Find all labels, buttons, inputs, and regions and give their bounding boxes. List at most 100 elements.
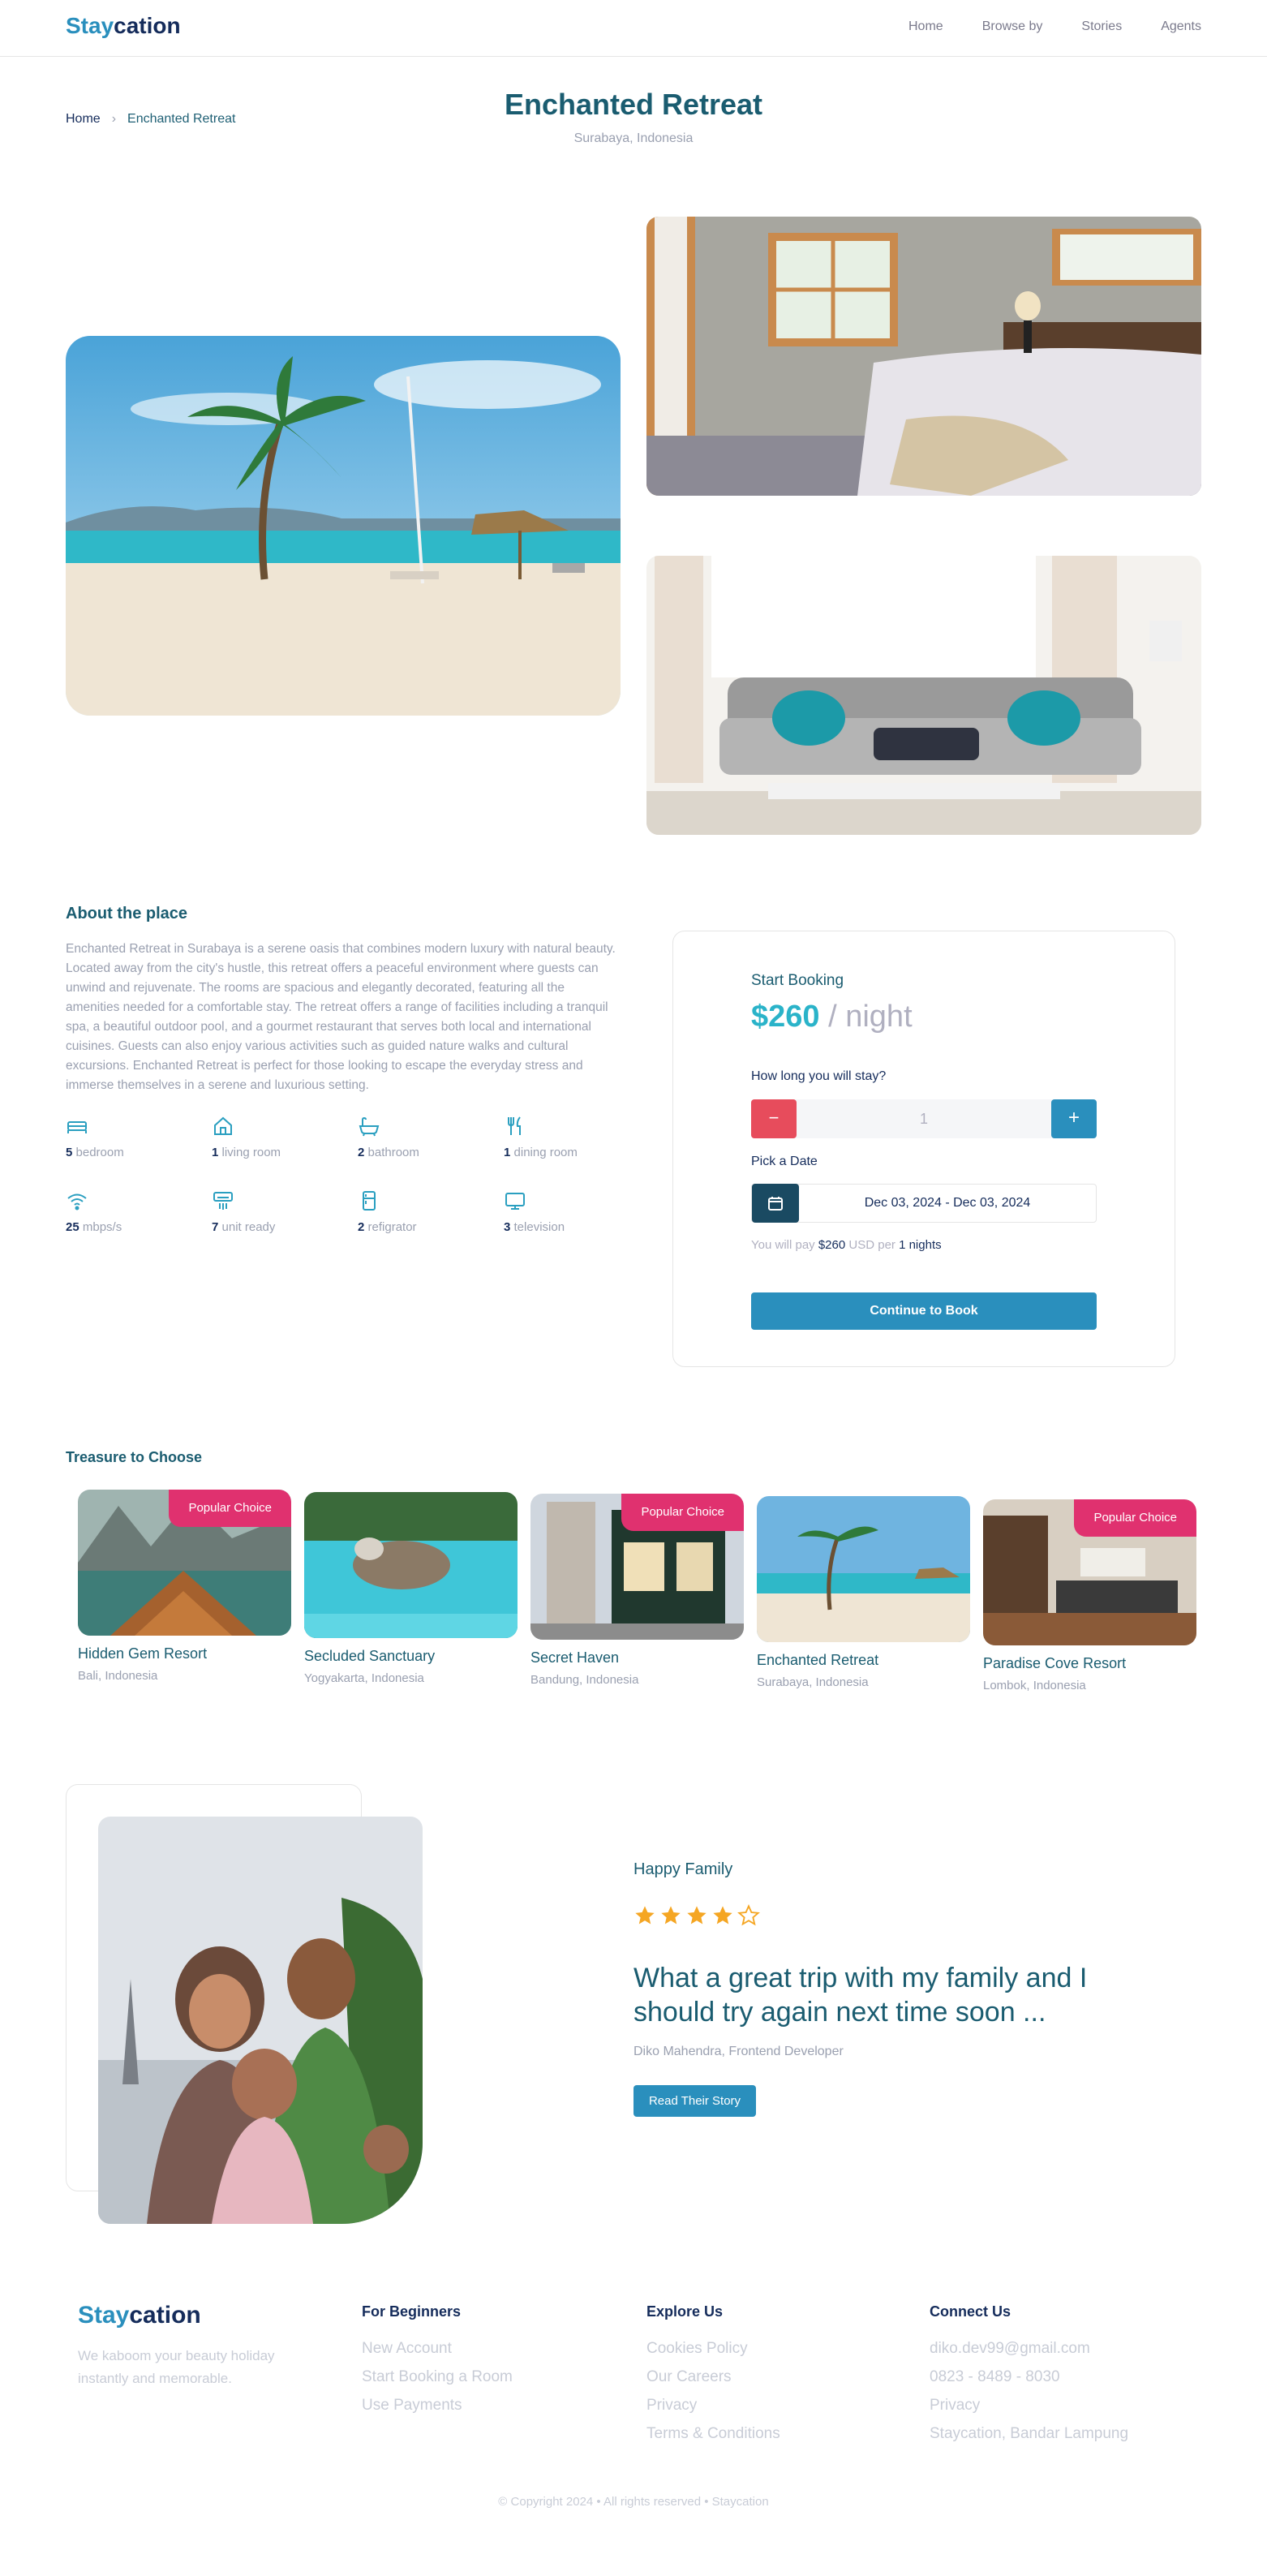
footer-column-connect: Connect Us diko.dev99@gmail.com 0823 - 8… (930, 2303, 1128, 2453)
feature-label: living room (221, 1146, 281, 1159)
footer-link[interactable]: Our Careers (646, 2368, 780, 2386)
feature-count: 7 (212, 1220, 219, 1234)
feature-refrigerator: 2 refigrator (358, 1189, 504, 1234)
increase-nights-button[interactable]: + (1051, 1099, 1097, 1138)
nav-home[interactable]: Home (908, 19, 943, 34)
treasure-location: Bali, Indonesia (78, 1669, 158, 1683)
treasure-card[interactable]: Popular Choice Secret Haven Bandung, Ind… (530, 1494, 744, 1687)
treasure-location: Surabaya, Indonesia (757, 1675, 869, 1689)
footer-column-explore: Explore Us Cookies Policy Our Careers Pr… (646, 2303, 780, 2453)
footer-link[interactable]: Privacy (930, 2397, 1128, 2415)
price-amount: $260 (751, 1000, 820, 1034)
popular-choice-badge: Popular Choice (621, 1494, 744, 1531)
nav-stories[interactable]: Stories (1081, 19, 1122, 34)
date-range-value[interactable]: Dec 03, 2024 - Dec 03, 2024 (799, 1185, 1096, 1222)
logo-rest: cation (114, 13, 181, 38)
stay-duration-label: How long you will stay? (751, 1069, 887, 1083)
treasure-name[interactable]: Enchanted Retreat (757, 1652, 970, 1669)
treasure-image[interactable]: Popular Choice (983, 1499, 1196, 1645)
page-title: Enchanted Retreat (504, 88, 763, 121)
logo[interactable]: Staycation (66, 13, 181, 39)
feature-count: 1 (504, 1146, 511, 1159)
gallery-main-beach-image (66, 336, 621, 716)
footer-address: Staycation, Bandar Lampung (930, 2425, 1129, 2442)
testimonial-author: Diko Mahendra, Frontend Developer (634, 2045, 844, 2058)
footer-link[interactable]: Privacy (646, 2397, 780, 2415)
nav-browse-by[interactable]: Browse by (982, 19, 1043, 34)
feature-count: 2 (358, 1146, 365, 1159)
copyright: © Copyright 2024 • All rights reserved •… (498, 2495, 769, 2509)
footer-phone[interactable]: 0823 - 8489 - 8030 (930, 2368, 1128, 2386)
feature-television: 3 television (504, 1189, 650, 1234)
continue-to-book-button[interactable]: Continue to Book (751, 1292, 1097, 1330)
feature-label: bathroom (367, 1146, 419, 1159)
treasure-card[interactable]: Enchanted Retreat Surabaya, Indonesia (757, 1496, 970, 1689)
feature-count: 5 (66, 1146, 73, 1159)
footer-column-title: Explore Us (646, 2303, 724, 2320)
bed-icon (67, 1121, 87, 1133)
read-their-story-button[interactable]: Read Their Story (634, 2085, 756, 2117)
feature-count: 1 (212, 1146, 219, 1159)
calendar-icon[interactable] (752, 1184, 799, 1223)
feature-label: dining room (513, 1146, 578, 1159)
treasure-image[interactable] (757, 1496, 970, 1642)
treasure-name[interactable]: Secret Haven (530, 1649, 744, 1666)
gallery-living-room-image (646, 556, 1201, 835)
footer-logo[interactable]: Staycation (78, 2302, 201, 2329)
feature-dining-room: 1 dining room (504, 1115, 650, 1159)
popular-choice-badge: Popular Choice (169, 1490, 291, 1527)
treasure-section-title: Treasure to Choose (66, 1449, 203, 1465)
treasure-image[interactable]: Popular Choice (78, 1490, 291, 1636)
feature-bathroom: 2 bathroom (358, 1115, 504, 1159)
footer-link[interactable]: Use Payments (362, 2397, 513, 2415)
footer-link[interactable]: Cookies Policy (646, 2340, 780, 2358)
footer-link[interactable]: New Account (362, 2340, 513, 2358)
page-subtitle: Surabaya, Indonesia (573, 131, 694, 145)
footer-link[interactable]: Terms & Conditions (646, 2425, 780, 2443)
about-title: About the place (66, 905, 188, 922)
treasure-location: Yogyakarta, Indonesia (304, 1671, 424, 1685)
star-filled-icon (635, 1906, 655, 1924)
date-range-picker[interactable]: Dec 03, 2024 - Dec 03, 2024 (751, 1184, 1097, 1223)
treasure-card[interactable]: Popular Choice Hidden Gem Resort Bali, I… (78, 1490, 291, 1683)
treasure-name[interactable]: Paradise Cove Resort (983, 1655, 1196, 1672)
footer-email[interactable]: diko.dev99@gmail.com (930, 2340, 1128, 2358)
treasure-image[interactable]: Popular Choice (530, 1494, 744, 1640)
pay-nights: 1 nights (899, 1238, 942, 1252)
treasure-card[interactable]: Secluded Sanctuary Yogyakarta, Indonesia (304, 1492, 518, 1685)
star-empty-icon (737, 1904, 760, 1926)
nav-agents[interactable]: Agents (1161, 19, 1201, 34)
treasure-name[interactable]: Hidden Gem Resort (78, 1645, 291, 1662)
treasure-name[interactable]: Secluded Sanctuary (304, 1648, 518, 1665)
house-icon (214, 1116, 232, 1135)
gallery-bedroom-image (646, 217, 1201, 496)
footer-link[interactable]: Start Booking a Room (362, 2368, 513, 2386)
feature-label: mbps/s (82, 1220, 122, 1234)
main-nav: Home Browse by Stories Agents (908, 19, 1201, 34)
feature-grid: 5 bedroom 1 living room 2 bathroom 1 din… (66, 1115, 650, 1234)
pay-amount: $260 (818, 1238, 846, 1252)
testimonial-quote: What a great trip with my family and I s… (634, 1963, 1088, 2028)
nights-input[interactable]: 1 (797, 1099, 1051, 1138)
bathtub-icon (359, 1116, 380, 1137)
wifi-icon (67, 1193, 87, 1211)
footer-tagline: We kaboom your beauty holiday instantly … (78, 2348, 275, 2386)
ac-unit-icon (213, 1192, 233, 1210)
decrease-nights-button[interactable]: − (751, 1099, 797, 1138)
feature-label: unit ready (221, 1220, 276, 1234)
nights-stepper: − 1 + (751, 1099, 1097, 1138)
booking-card: Start Booking $260 / night How long you … (672, 931, 1175, 1367)
treasure-image[interactable] (304, 1492, 518, 1638)
site-header: Staycation Home Browse by Stories Agents (0, 0, 1267, 57)
testimonial-family-photo (98, 1817, 423, 2224)
feature-living-room: 1 living room (212, 1115, 358, 1159)
footer-column-beginners: For Beginners New Account Start Booking … (362, 2303, 513, 2425)
booking-title: Start Booking (751, 972, 844, 989)
star-filled-icon (713, 1906, 732, 1924)
pay-prefix: You will pay (751, 1238, 818, 1252)
treasure-card[interactable]: Popular Choice Paradise Cove Resort Lomb… (983, 1499, 1196, 1692)
star-filled-icon (687, 1906, 707, 1924)
feature-wifi: 25 mbps/s (66, 1189, 212, 1234)
pick-date-label: Pick a Date (751, 1155, 818, 1168)
about-description: Enchanted Retreat in Surabaya is a seren… (66, 942, 616, 1092)
